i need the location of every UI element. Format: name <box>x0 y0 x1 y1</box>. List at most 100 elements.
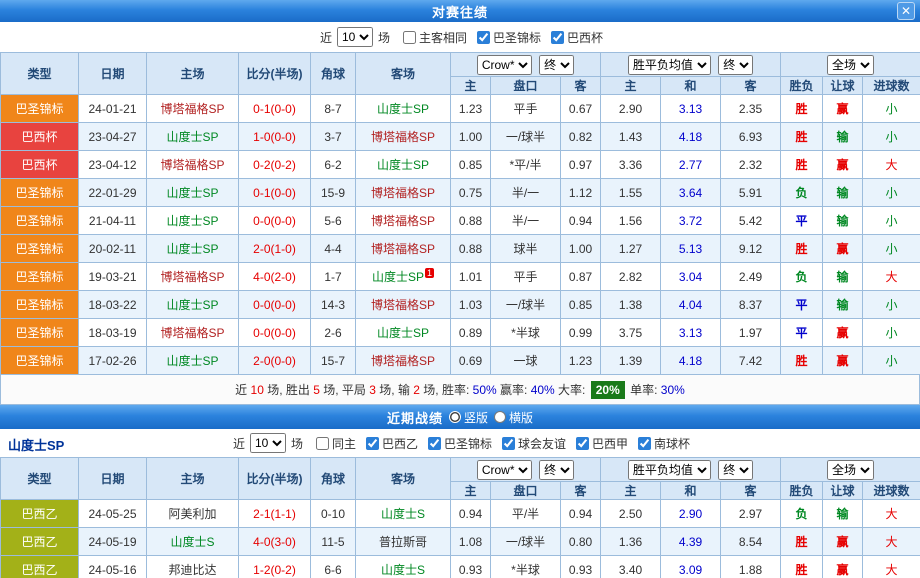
vertical-radio[interactable] <box>449 411 461 423</box>
avg-away-odds: 2.35 <box>721 95 781 123</box>
handicap-line: 一/球半 <box>491 528 561 556</box>
odds-final-select[interactable]: 终 <box>539 460 574 480</box>
filter-option[interactable]: 巴西杯 <box>551 29 603 46</box>
col-avg-home: 主 <box>601 482 661 500</box>
handicap-line: 平手 <box>491 95 561 123</box>
handicap-line: 一/球半 <box>491 291 561 319</box>
avg-away-odds: 8.54 <box>721 528 781 556</box>
h2h-filter-checks: 主客相同巴圣锦标巴西杯 <box>393 29 603 46</box>
avg-home-odds: 1.27 <box>601 235 661 263</box>
filter-option[interactable]: 巴圣锦标 <box>428 435 492 452</box>
h2h-filter-bar: 近 10 场 主客相同巴圣锦标巴西杯 <box>0 22 920 52</box>
handicap-away-odds: 0.85 <box>561 291 601 319</box>
filter-checkbox[interactable] <box>502 437 515 450</box>
scope-select-cell: 全场 <box>781 53 920 77</box>
match-row: 巴圣锦标20-02-11山度士SP2-0(1-0)4-4博塔福格SP0.88球半… <box>1 235 920 263</box>
avg-home-odds: 3.40 <box>601 556 661 578</box>
summary-segment: 50% <box>473 383 497 397</box>
avg-draw-odds: 4.18 <box>661 123 721 151</box>
result-wdl: 胜 <box>781 151 823 179</box>
layout-vertical-option[interactable]: 竖版 <box>449 409 488 426</box>
result-wdl: 胜 <box>781 556 823 578</box>
competition-badge: 巴西乙 <box>1 528 79 556</box>
avg-source-select[interactable]: 胜平负均值 <box>628 460 711 480</box>
filter-checkbox[interactable] <box>477 31 490 44</box>
col-home: 主场 <box>147 53 239 95</box>
avg-draw-odds: 4.39 <box>661 528 721 556</box>
filter-checkbox[interactable] <box>403 31 416 44</box>
filter-option[interactable]: 巴圣锦标 <box>477 29 541 46</box>
goals-over-under: 小 <box>863 95 920 123</box>
home-team: 博塔福格SP <box>147 319 239 347</box>
home-team: 山度士SP <box>147 235 239 263</box>
recent-section-bar: 近期战绩 竖版 横版 <box>0 405 920 429</box>
match-date: 23-04-12 <box>79 151 147 179</box>
away-team: 山度士SP1 <box>356 263 451 291</box>
goals-over-under: 大 <box>863 151 920 179</box>
filter-option[interactable]: 巴西乙 <box>366 435 418 452</box>
odds-source-select[interactable]: Crow* <box>477 460 532 480</box>
summary-segment: 30% <box>661 383 685 397</box>
result-wdl: 负 <box>781 179 823 207</box>
filter-checkbox[interactable] <box>638 437 651 450</box>
result-wdl: 胜 <box>781 347 823 375</box>
handicap-result: 赢 <box>823 556 863 578</box>
filter-checkbox[interactable] <box>316 437 329 450</box>
match-count-select[interactable]: 10 <box>337 27 373 47</box>
match-date: 23-04-27 <box>79 123 147 151</box>
competition-badge: 巴圣锦标 <box>1 347 79 375</box>
avg-draw-odds: 3.64 <box>661 179 721 207</box>
competition-badge: 巴圣锦标 <box>1 207 79 235</box>
filter-option[interactable]: 南球杯 <box>638 435 690 452</box>
match-row: 巴西杯23-04-27山度士SP1-0(0-0)3-7博塔福格SP1.00一/球… <box>1 123 920 151</box>
avg-home-odds: 3.36 <box>601 151 661 179</box>
close-icon[interactable]: ✕ <box>897 2 915 20</box>
goals-over-under: 小 <box>863 207 920 235</box>
col-away: 客场 <box>356 53 451 95</box>
avg-final-select[interactable]: 终 <box>718 460 753 480</box>
col-avg-home: 主 <box>601 77 661 95</box>
recent-count-select[interactable]: 10 <box>250 433 286 453</box>
filter-checkbox[interactable] <box>366 437 379 450</box>
match-score: 0-1(0-0) <box>239 179 311 207</box>
competition-badge: 巴西杯 <box>1 123 79 151</box>
handicap-home-odds: 1.01 <box>451 263 491 291</box>
handicap-away-odds: 0.94 <box>561 207 601 235</box>
corner-count: 0-10 <box>311 500 356 528</box>
odds-final-select[interactable]: 终 <box>539 55 574 75</box>
handicap-result: 输 <box>823 291 863 319</box>
filter-option[interactable]: 巴西甲 <box>576 435 628 452</box>
result-wdl: 平 <box>781 319 823 347</box>
competition-badge: 巴西乙 <box>1 500 79 528</box>
filter-option[interactable]: 球会友谊 <box>502 435 566 452</box>
col-type: 类型 <box>1 53 79 95</box>
odds-source-select[interactable]: Crow* <box>477 55 532 75</box>
horizontal-radio[interactable] <box>494 411 506 423</box>
match-row: 巴圣锦标22-01-29山度士SP0-1(0-0)15-9博塔福格SP0.75半… <box>1 179 920 207</box>
scope-select[interactable]: 全场 <box>827 55 874 75</box>
filter-checkbox[interactable] <box>428 437 441 450</box>
handicap-away-odds: 0.67 <box>561 95 601 123</box>
filter-label: 同主 <box>332 435 356 452</box>
recent-filter-checks: 同主巴西乙巴圣锦标球会友谊巴西甲南球杯 <box>306 435 690 452</box>
avg-source-select[interactable]: 胜平负均值 <box>628 55 711 75</box>
match-date: 24-05-25 <box>79 500 147 528</box>
competition-badge: 巴圣锦标 <box>1 319 79 347</box>
goals-over-under: 大 <box>863 263 920 291</box>
handicap-line: 半/一 <box>491 179 561 207</box>
filter-checkbox[interactable] <box>576 437 589 450</box>
corner-count: 15-9 <box>311 179 356 207</box>
scope-select[interactable]: 全场 <box>827 460 874 480</box>
col-avg-away: 客 <box>721 482 781 500</box>
avg-final-select[interactable]: 终 <box>718 55 753 75</box>
avg-home-odds: 1.39 <box>601 347 661 375</box>
recent-filter-bar: 山度士SP 近 10 场 同主巴西乙巴圣锦标球会友谊巴西甲南球杯 <box>0 429 920 457</box>
filter-checkbox[interactable] <box>551 31 564 44</box>
col-avg-draw: 和 <box>661 77 721 95</box>
home-team: 山度士SP <box>147 207 239 235</box>
filter-option[interactable]: 同主 <box>316 435 356 452</box>
corner-count: 11-5 <box>311 528 356 556</box>
filter-option[interactable]: 主客相同 <box>403 29 467 46</box>
match-row: 巴圣锦标19-03-21博塔福格SP4-0(2-0)1-7山度士SP11.01平… <box>1 263 920 291</box>
layout-horizontal-option[interactable]: 横版 <box>494 409 533 426</box>
